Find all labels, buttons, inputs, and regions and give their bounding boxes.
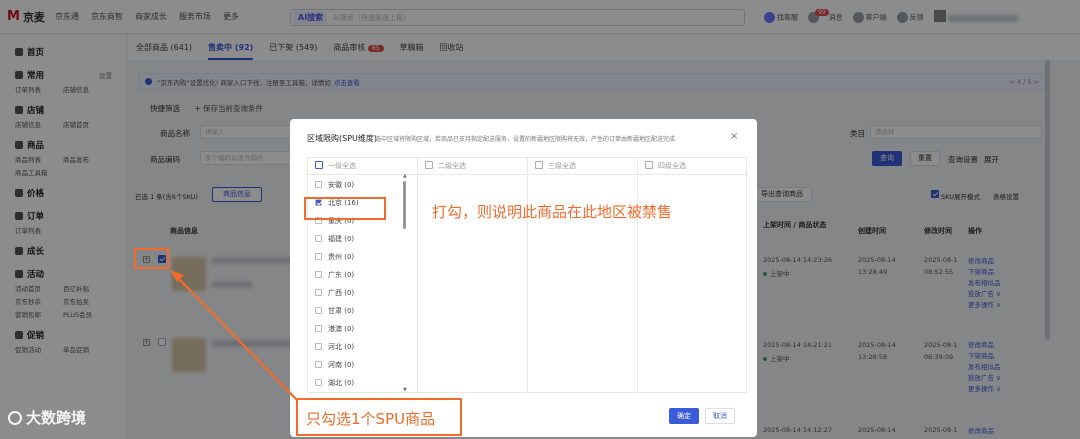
- watermark-logo-icon: [8, 410, 22, 425]
- level4-checkbox[interactable]: [645, 161, 653, 169]
- level4-select-all[interactable]: 四级全选: [638, 158, 748, 175]
- province-checkbox[interactable]: [315, 325, 322, 332]
- level1-checkbox[interactable]: [315, 161, 323, 169]
- province-checkbox[interactable]: [315, 253, 322, 260]
- level2-select-all[interactable]: 二级全选: [418, 158, 528, 175]
- province-item[interactable]: 港澳 (0): [315, 323, 354, 335]
- province-checkbox[interactable]: [315, 343, 322, 350]
- province-item[interactable]: 广西 (0): [315, 287, 354, 299]
- level3-select-all[interactable]: 三级全选: [528, 158, 638, 175]
- province-scrollbar[interactable]: [403, 181, 406, 229]
- dialog-title: 区域限购(SPU维度): [307, 134, 377, 143]
- cancel-button[interactable]: 取消: [705, 408, 735, 424]
- province-checkbox[interactable]: [315, 379, 322, 386]
- province-checkbox[interactable]: [315, 307, 322, 314]
- province-checkbox[interactable]: [315, 181, 322, 188]
- region-columns: 一级全选 二级全选 三级全选 四级全选 ▲ ▼ 安徽 (0) 北京 (16) 重…: [307, 157, 748, 394]
- dialog-hint: 选中区域将限购区域，若商品已支持指定配送服务，设置的新疆地区限购将无效，产生的订…: [375, 136, 676, 143]
- level3-checkbox[interactable]: [535, 161, 543, 169]
- province-checkbox[interactable]: [315, 289, 322, 296]
- province-item[interactable]: 福建 (0): [315, 233, 354, 245]
- province-item[interactable]: 甘肃 (0): [315, 305, 354, 317]
- province-checkbox[interactable]: [315, 271, 322, 278]
- watermark: 大数跨境: [8, 407, 86, 428]
- province-item[interactable]: 贵州 (0): [315, 251, 354, 263]
- scroll-up-icon[interactable]: ▲: [403, 173, 407, 179]
- annotation-note-box: 只勾选1个SPU商品: [296, 398, 462, 436]
- province-checkbox[interactable]: [315, 235, 322, 242]
- province-item[interactable]: 河北 (0): [315, 341, 354, 353]
- annotation-select-note: 只勾选1个SPU商品: [306, 410, 436, 428]
- close-icon[interactable]: ×: [730, 131, 738, 142]
- region-restriction-dialog: 区域限购(SPU维度) 选中区域将限购区域，若商品已支持指定配送服务，设置的新疆…: [290, 119, 757, 437]
- annotation-highlight-beijing: [304, 197, 386, 220]
- watermark-text: 大数跨境: [26, 409, 87, 427]
- level2-checkbox[interactable]: [425, 161, 433, 169]
- annotation-checked-note: 打勾，则说明此商品在此地区被禁售: [432, 203, 673, 221]
- annotation-highlight-row-checkbox: [134, 248, 169, 269]
- confirm-button[interactable]: 确定: [669, 408, 699, 424]
- province-item[interactable]: 安徽 (0): [315, 179, 354, 191]
- province-item[interactable]: 湖北 (0): [315, 377, 354, 389]
- province-checkbox[interactable]: [315, 361, 322, 368]
- level1-select-all[interactable]: 一级全选: [308, 158, 418, 175]
- scroll-down-icon[interactable]: ▼: [403, 387, 407, 393]
- province-item[interactable]: 广东 (0): [315, 269, 354, 281]
- province-item[interactable]: 河南 (0): [315, 359, 354, 371]
